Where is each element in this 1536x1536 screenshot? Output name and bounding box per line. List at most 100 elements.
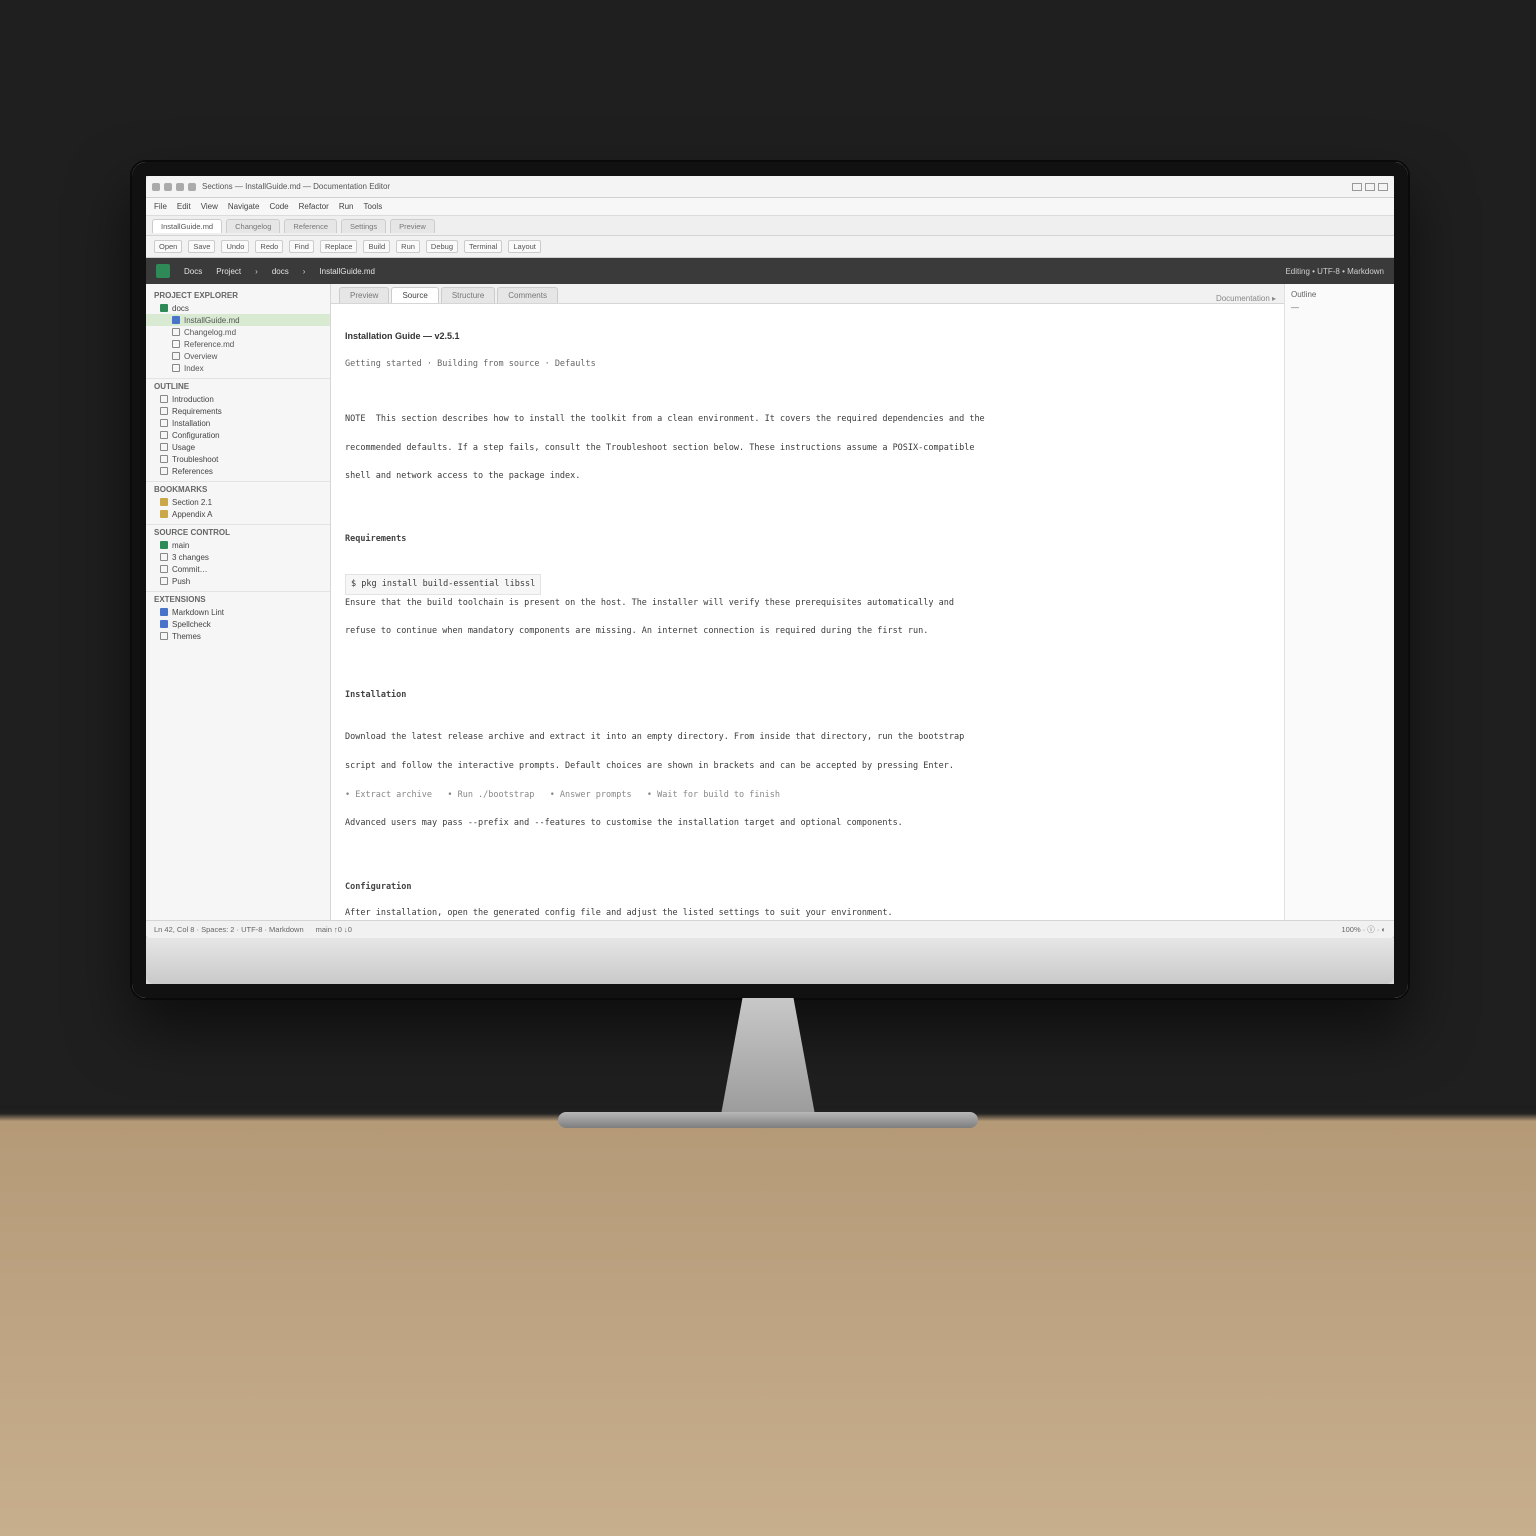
tree-item-label: Usage [172,443,195,452]
sidebar-item[interactable]: Installation [146,417,330,429]
sidebar-item[interactable]: Index [146,362,330,374]
editor-tab[interactable]: Preview [390,219,435,233]
menu-code[interactable]: Code [269,202,288,211]
sidebar-item[interactable]: Push [146,575,330,587]
app-menubar[interactable]: File Edit View Navigate Code Refactor Ru… [146,198,1394,216]
monitor-chin [146,938,1394,984]
view-tab-structure[interactable]: Structure [441,287,495,303]
breadcrumb[interactable]: InstallGuide.md [319,267,375,276]
tree-item-label: InstallGuide.md [184,316,240,325]
tool-save[interactable]: Save [188,240,215,253]
main-view-tabs[interactable]: Preview Source Structure Comments Docume… [331,284,1284,304]
tree-item-icon [160,620,168,628]
sidebar-item[interactable]: Commit… [146,563,330,575]
sidebar[interactable]: PROJECT EXPLORERdocs InstallGuide.mdChang… [146,284,331,920]
close-button[interactable] [1378,183,1388,191]
tree-item-icon [160,443,168,451]
status-bar[interactable]: Ln 42, Col 8 · Spaces: 2 · UTF-8 · Markd… [146,920,1394,938]
tree-item-label: Commit… [172,565,208,574]
tool-terminal[interactable]: Terminal [464,240,502,253]
status-left: Ln 42, Col 8 · Spaces: 2 · UTF-8 · Markd… [154,925,304,934]
breadcrumb[interactable]: docs [272,267,289,276]
sidebar-item[interactable]: Appendix A [146,508,330,520]
sys-icon [152,183,160,191]
app-toolbar[interactable]: Open Save Undo Redo Find Replace Build R… [146,236,1394,258]
sidebar-section-header[interactable]: BOOKMARKS [146,481,330,496]
sidebar-item[interactable]: Section 2.1 [146,496,330,508]
sidebar-item[interactable]: main [146,539,330,551]
document-body[interactable]: Installation Guide — v2.5.1 Getting star… [331,304,1284,920]
editor-tab[interactable]: Reference [284,219,337,233]
tool-replace[interactable]: Replace [320,240,358,253]
tree-item-label: Reference.md [184,340,234,349]
tree-item-icon [172,364,180,372]
sidebar-item[interactable]: Usage [146,441,330,453]
view-tab-preview[interactable]: Preview [339,287,389,303]
status-right[interactable]: 100% · ⓘ · ◐ [1341,924,1386,935]
tool-undo[interactable]: Undo [221,240,249,253]
tool-layout[interactable]: Layout [508,240,541,253]
monitor-foot [558,1112,978,1128]
sidebar-item[interactable]: Markdown Lint [146,606,330,618]
system-tray-icons [152,183,196,191]
tree-item-icon [160,553,168,561]
sidebar-section-header[interactable]: EXTENSIONS [146,591,330,606]
editor-tab[interactable]: InstallGuide.md [152,219,222,233]
sidebar-item[interactable]: InstallGuide.md [146,314,330,326]
tree-item-icon [160,541,168,549]
window-titlebar: Sections — InstallGuide.md — Documentati… [146,176,1394,198]
tree-item-icon [160,304,168,312]
tool-redo[interactable]: Redo [255,240,283,253]
menu-tools[interactable]: Tools [364,202,383,211]
doc-paragraph: After installation, open the generated c… [345,907,1270,919]
tree-item-icon [172,328,180,336]
tree-item-label: Section 2.1 [172,498,212,507]
sidebar-item[interactable]: Troubleshoot [146,453,330,465]
tool-debug[interactable]: Debug [426,240,458,253]
sidebar-section-header[interactable]: PROJECT EXPLORER [146,288,330,302]
minimize-button[interactable] [1352,183,1362,191]
right-panel-toggle[interactable]: Documentation ▸ [1216,294,1276,303]
sidebar-item[interactable]: 3 changes [146,551,330,563]
menu-file[interactable]: File [154,202,167,211]
editor-tabstrip[interactable]: InstallGuide.md Changelog Reference Sett… [146,216,1394,236]
sidebar-item[interactable]: Spellcheck [146,618,330,630]
tree-item-icon [160,467,168,475]
doc-paragraph: NOTE This section describes how to insta… [345,413,1270,425]
sidebar-item[interactable]: Requirements [146,405,330,417]
sidebar-item[interactable]: Introduction [146,393,330,405]
tree-item-label: Index [184,364,204,373]
sidebar-section-header[interactable]: OUTLINE [146,378,330,393]
sidebar-item[interactable]: Overview [146,350,330,362]
sidebar-item[interactable]: docs [146,302,330,314]
editor-tab[interactable]: Changelog [226,219,280,233]
sidebar-item[interactable]: Configuration [146,429,330,441]
menu-refactor[interactable]: Refactor [299,202,329,211]
sidebar-item[interactable]: Reference.md [146,338,330,350]
sidebar-item[interactable]: Changelog.md [146,326,330,338]
doc-heading: Requirements [345,533,1270,545]
menu-edit[interactable]: Edit [177,202,191,211]
main-pane: Preview Source Structure Comments Docume… [331,284,1284,920]
product-name: Docs [184,267,202,276]
tool-find[interactable]: Find [289,240,314,253]
view-tab-comments[interactable]: Comments [497,287,558,303]
menu-navigate[interactable]: Navigate [228,202,260,211]
menu-view[interactable]: View [201,202,218,211]
editor-tab[interactable]: Settings [341,219,386,233]
sidebar-section-header[interactable]: SOURCE CONTROL [146,524,330,539]
sidebar-item[interactable]: References [146,465,330,477]
tree-item-label: Configuration [172,431,220,440]
status-branch[interactable]: main ↑0 ↓0 [316,925,352,934]
breadcrumb[interactable]: Project [216,267,241,276]
window-controls[interactable] [1352,183,1388,191]
right-panel[interactable]: Outline — [1284,284,1394,920]
tool-open[interactable]: Open [154,240,182,253]
tool-build[interactable]: Build [363,240,390,253]
view-tab-source[interactable]: Source [391,287,438,303]
menu-run[interactable]: Run [339,202,354,211]
sidebar-item[interactable]: Themes [146,630,330,642]
tool-run[interactable]: Run [396,240,420,253]
maximize-button[interactable] [1365,183,1375,191]
tree-item-label: Introduction [172,395,214,404]
